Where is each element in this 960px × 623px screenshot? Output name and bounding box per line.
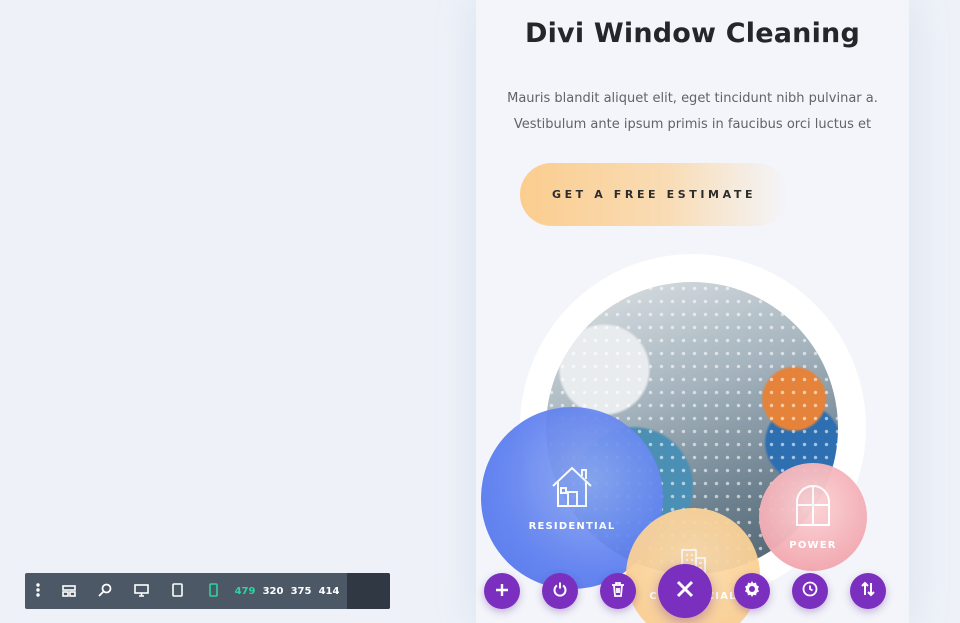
phone-icon xyxy=(208,582,218,601)
close-button[interactable] xyxy=(658,564,712,618)
width-414-button[interactable]: 414 xyxy=(315,573,343,609)
hero-description-line: Mauris blandit aliquet elit, eget tincid… xyxy=(507,91,878,106)
service-power[interactable]: POWER xyxy=(759,463,867,571)
trash-icon xyxy=(611,581,625,601)
width-375-button[interactable]: 375 xyxy=(287,573,315,609)
desktop-view-button[interactable] xyxy=(123,573,159,609)
disable-button[interactable] xyxy=(542,573,578,609)
page-title: Divi Window Cleaning xyxy=(524,18,861,49)
free-estimate-button[interactable]: GET A FREE ESTIMATE xyxy=(520,163,788,226)
phone-view-button[interactable] xyxy=(195,573,231,609)
width-479-button[interactable]: 479 xyxy=(231,573,259,609)
page-preview: Divi Window Cleaning Mauris blandit aliq… xyxy=(476,0,909,623)
dots-vertical-icon xyxy=(36,582,40,601)
service-label: RESIDENTIAL xyxy=(528,521,616,532)
delete-button[interactable] xyxy=(600,573,636,609)
hero-description: Mauris blandit aliquet elit, eget tincid… xyxy=(476,86,909,138)
power-icon xyxy=(552,581,568,601)
add-module-button[interactable] xyxy=(484,573,520,609)
sort-arrows-icon xyxy=(860,581,876,601)
desktop-icon xyxy=(133,582,149,601)
clock-icon xyxy=(802,581,818,601)
close-icon xyxy=(676,580,694,602)
house-icon xyxy=(549,464,595,511)
gear-icon xyxy=(744,581,760,601)
page-settings-button[interactable] xyxy=(734,573,770,609)
portability-button[interactable] xyxy=(850,573,886,609)
arched-window-icon xyxy=(794,483,832,530)
wireframe-view-button[interactable] xyxy=(51,573,87,609)
toolbar-end-cap xyxy=(347,573,390,609)
zoom-button[interactable] xyxy=(87,573,123,609)
tablet-icon xyxy=(171,582,183,601)
width-320-button[interactable]: 320 xyxy=(259,573,287,609)
history-button[interactable] xyxy=(792,573,828,609)
plus-icon xyxy=(495,582,509,601)
builder-toolbar: 479 320 375 414 xyxy=(25,573,390,609)
hero-description-line: Vestibulum ante ipsum primis in faucibus… xyxy=(513,117,872,132)
menu-button[interactable] xyxy=(25,573,51,609)
tablet-view-button[interactable] xyxy=(159,573,195,609)
service-label: POWER xyxy=(789,540,837,551)
zoom-icon xyxy=(98,582,112,601)
layout-icon xyxy=(62,582,76,601)
